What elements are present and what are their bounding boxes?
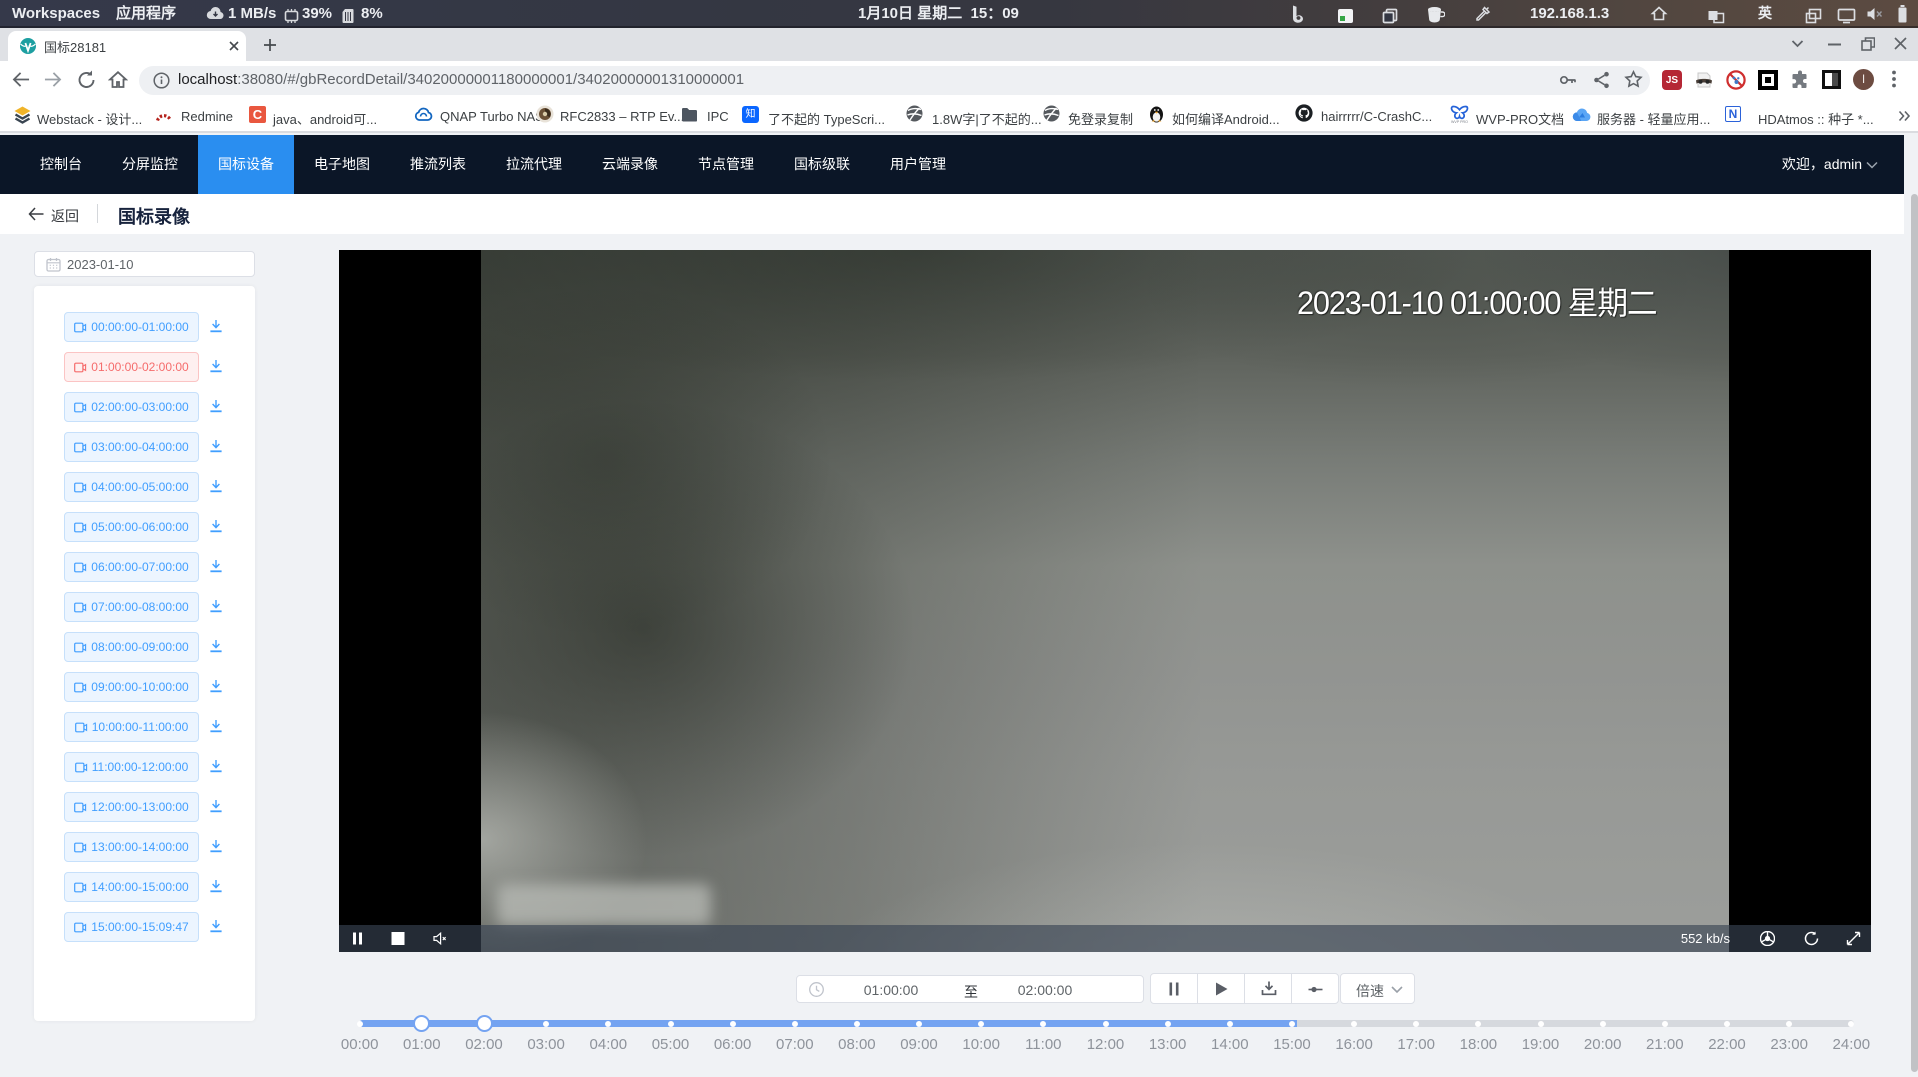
svg-text:WVP PRO: WVP PRO (1451, 120, 1468, 124)
